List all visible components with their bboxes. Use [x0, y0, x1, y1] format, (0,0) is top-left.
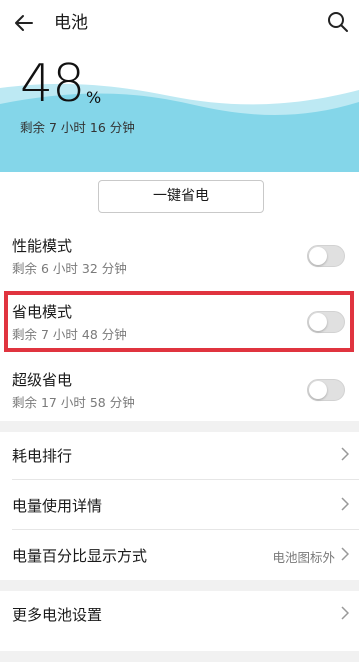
- chevron-right-icon: [341, 447, 349, 461]
- row-label: 更多电池设置: [12, 606, 103, 624]
- toggle-knob: [309, 247, 327, 265]
- mode-remaining: 剩余 17 小时 58 分钟: [12, 395, 135, 410]
- chevron-right-icon: [341, 547, 349, 561]
- back-arrow-icon[interactable]: [12, 11, 36, 35]
- ultra-saving-toggle[interactable]: [307, 379, 345, 401]
- toggle-knob: [309, 313, 327, 331]
- row-power-ranking[interactable]: 耗电排行: [0, 430, 359, 480]
- battery-percent-sign: %: [86, 88, 102, 107]
- row-more-settings[interactable]: 更多电池设置: [0, 589, 359, 639]
- search-icon[interactable]: [326, 10, 350, 34]
- battery-hero: 48 % 剩余 7 小时 16 分钟: [0, 46, 359, 172]
- power-saving-mode-toggle[interactable]: [307, 311, 345, 333]
- mode-performance: 性能模式 剩余 6 小时 32 分钟: [0, 226, 359, 286]
- mode-remaining: 剩余 7 小时 48 分钟: [12, 327, 127, 342]
- top-app-bar: 电池: [0, 0, 359, 46]
- battery-remaining-time: 剩余 7 小时 16 分钟: [20, 120, 135, 135]
- performance-mode-toggle[interactable]: [307, 245, 345, 267]
- mode-name: 性能模式: [12, 237, 73, 255]
- section-gap: [0, 651, 359, 662]
- row-percentage-display[interactable]: 电量百分比显示方式 电池图标外: [0, 530, 359, 580]
- battery-percent: 48: [20, 54, 85, 114]
- mode-name: 省电模式: [12, 303, 73, 321]
- toggle-knob: [309, 381, 327, 399]
- row-value: 电池图标外: [272, 550, 335, 565]
- row-usage-details[interactable]: 电量使用详情: [0, 480, 359, 530]
- chevron-right-icon: [341, 606, 349, 620]
- mode-name: 超级省电: [12, 371, 73, 389]
- one-key-save-button[interactable]: 一键省电: [98, 180, 264, 213]
- mode-power-saving: 省电模式 剩余 7 小时 48 分钟: [0, 292, 359, 352]
- mode-remaining: 剩余 6 小时 32 分钟: [12, 261, 127, 276]
- mode-ultra-saving: 超级省电 剩余 17 小时 58 分钟: [0, 360, 359, 420]
- row-label: 电量使用详情: [12, 497, 103, 515]
- row-label: 耗电排行: [12, 447, 73, 465]
- page-title: 电池: [54, 13, 88, 33]
- chevron-right-icon: [341, 497, 349, 511]
- row-label: 电量百分比显示方式: [12, 547, 148, 565]
